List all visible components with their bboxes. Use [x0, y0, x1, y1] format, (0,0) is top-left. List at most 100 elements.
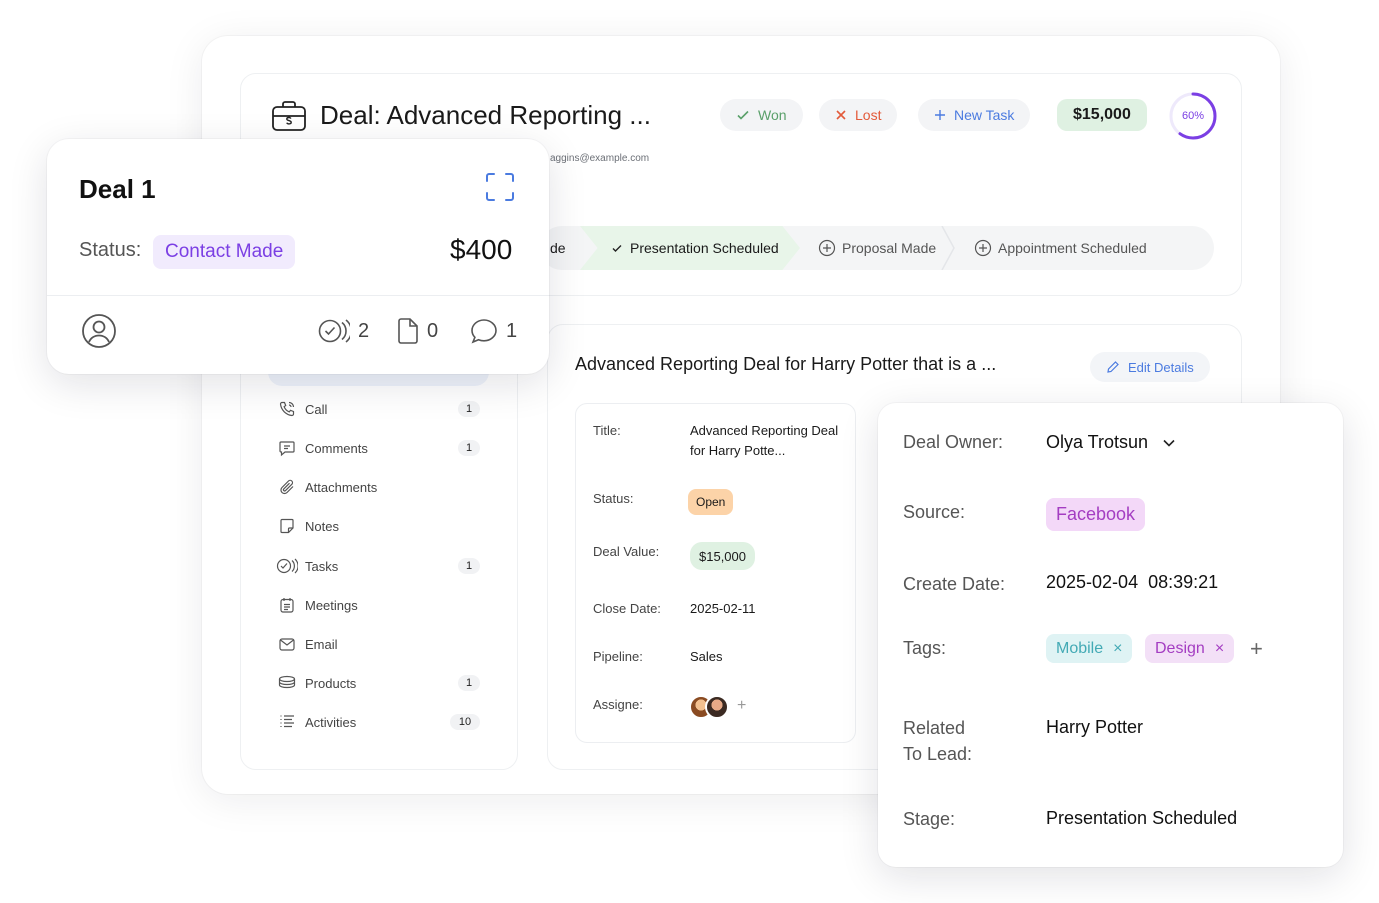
sidebar-item-call[interactable]: Call 1 [276, 397, 486, 421]
sidebar-item-activities[interactable]: Activities 10 [276, 710, 486, 734]
tag-mobile[interactable]: Mobile × [1046, 634, 1133, 663]
related-lead-value[interactable]: Harry Potter [1046, 717, 1143, 738]
files-stat[interactable]: 0 [397, 316, 438, 346]
sidebar-item-label: Products [305, 675, 357, 691]
plus-icon [935, 110, 945, 120]
sidebar-item-products[interactable]: Products 1 [276, 671, 486, 695]
sidebar-item-label: Notes [305, 518, 339, 534]
owner-label: Deal Owner: [903, 432, 1004, 452]
sidebar-item-label: Meetings [305, 597, 358, 613]
add-circle-icon [818, 239, 836, 257]
comment-icon [471, 319, 497, 344]
status-badge[interactable]: Open [688, 489, 734, 515]
stage-appointment-scheduled[interactable]: Appointment Scheduled [974, 226, 1147, 270]
stage-chevron-icon [941, 226, 955, 270]
tags-label: Tags: [903, 638, 947, 658]
paperclip-icon [276, 477, 298, 497]
comments-stat[interactable]: 1 [470, 316, 517, 346]
stage-value: Presentation Scheduled [1046, 808, 1238, 828]
tasks-icon [318, 319, 350, 343]
file-icon [398, 318, 418, 344]
files-count: 0 [427, 319, 439, 342]
stage-proposal-label: Proposal Made [842, 240, 937, 256]
tag-label: Mobile [1056, 639, 1104, 657]
add-tag-button[interactable]: + [1250, 636, 1263, 662]
add-circle-icon [974, 239, 992, 257]
won-button[interactable]: Won [720, 99, 803, 131]
add-assignee-button[interactable]: + [737, 697, 746, 715]
pipeline-label: Pipeline: [593, 649, 643, 664]
calendar-icon [276, 595, 298, 615]
close-date-label: Close Date: [593, 601, 661, 616]
deal-amount: $400 [450, 234, 513, 265]
tasks-stat[interactable]: 2 [318, 316, 369, 346]
source-chip[interactable]: Facebook [1046, 498, 1146, 531]
tag-remove-icon[interactable]: × [1113, 640, 1122, 658]
contact-email[interactable]: aggins@example.com [550, 153, 649, 164]
create-date-label: Create Date: [903, 574, 1006, 594]
tag-remove-icon[interactable]: × [1215, 640, 1224, 658]
count-badge: 1 [458, 401, 480, 417]
stage-previous[interactable]: de [550, 226, 566, 270]
deal-value-amount: $15,000 [690, 542, 755, 570]
tasks-count: 2 [358, 319, 370, 342]
sidebar-item-label: Attachments [305, 479, 378, 495]
title-label: Title: [593, 423, 621, 438]
content-title: Advanced Reporting Deal for Harry Potter… [575, 354, 997, 374]
assignee-label: Assigne: [593, 697, 643, 712]
tag-design[interactable]: Design × [1145, 634, 1235, 663]
deal-value-badge: $15,000 [1057, 99, 1147, 131]
sidebar-item-email[interactable]: Email [276, 632, 486, 656]
tag-label: Design [1155, 639, 1205, 657]
sidebar-item-tasks[interactable]: Tasks 1 [276, 554, 486, 578]
stage-appointment-label: Appointment Scheduled [998, 240, 1147, 256]
deal-card-title: Deal 1 [79, 174, 156, 204]
count-badge: 1 [458, 675, 480, 691]
avatar[interactable] [705, 695, 729, 719]
sidebar-item-label: Tasks [305, 558, 339, 574]
owner-value: Olya Trotsun [1046, 432, 1149, 452]
stage-proposal-made[interactable]: Proposal Made [818, 226, 936, 270]
sidebar-item-label: Call [305, 401, 328, 417]
source-label: Source: [903, 502, 966, 522]
tasks-icon [276, 556, 298, 576]
lost-button[interactable]: Lost [819, 99, 898, 131]
phone-icon [276, 399, 298, 419]
sidebar-item-label: Comments [305, 440, 368, 456]
stack-icon [276, 673, 298, 693]
related-label-line2: To Lead: [903, 744, 973, 764]
status-label: Status: [593, 491, 634, 506]
deal-status-label: Status: [79, 239, 142, 261]
related-label-line1: Related [903, 718, 966, 738]
title-value: Advanced Reporting Deal for Harry Potte.… [690, 423, 839, 458]
stage-active-label: Presentation Scheduled [630, 240, 779, 256]
check-icon [612, 245, 622, 252]
sidebar-item-label: Email [305, 636, 338, 652]
activity-sidebar [240, 324, 518, 770]
new-task-label: New Task [954, 107, 1015, 123]
list-icon [276, 712, 298, 732]
edit-details-label: Edit Details [1128, 359, 1194, 375]
stage-label: Stage: [903, 809, 956, 829]
owner-dropdown[interactable]: Olya Trotsun [1046, 432, 1176, 453]
expand-icon[interactable] [484, 171, 516, 203]
stage-previous-label: de [550, 240, 566, 256]
deal-value-label: Deal Value: [593, 544, 660, 559]
sidebar-item-meetings[interactable]: Meetings [276, 593, 486, 617]
pencil-icon [1107, 361, 1119, 373]
deal-status-chip[interactable]: Contact Made [153, 235, 296, 269]
sidebar-item-attachments[interactable]: Attachments [276, 475, 486, 499]
create-date-value: 2025-02-04 08:39:21 [1046, 572, 1219, 592]
count-badge: 1 [458, 558, 480, 574]
sidebar-item-notes[interactable]: Notes [276, 514, 486, 538]
pipeline-stage-bar: de Presentation Scheduled Proposal Made … [540, 226, 1214, 270]
sidebar-item-label: Activities [305, 714, 357, 730]
close-date-value: 2025-02-11 [690, 601, 756, 616]
sidebar-item-comments[interactable]: Comments 1 [276, 436, 486, 460]
new-task-button[interactable]: New Task [918, 99, 1031, 131]
edit-details-button[interactable]: Edit Details [1090, 352, 1210, 382]
count-badge: 1 [458, 440, 480, 456]
user-icon[interactable] [81, 313, 117, 349]
stage-presentation-scheduled[interactable]: Presentation Scheduled [580, 226, 800, 270]
note-icon [276, 516, 298, 536]
